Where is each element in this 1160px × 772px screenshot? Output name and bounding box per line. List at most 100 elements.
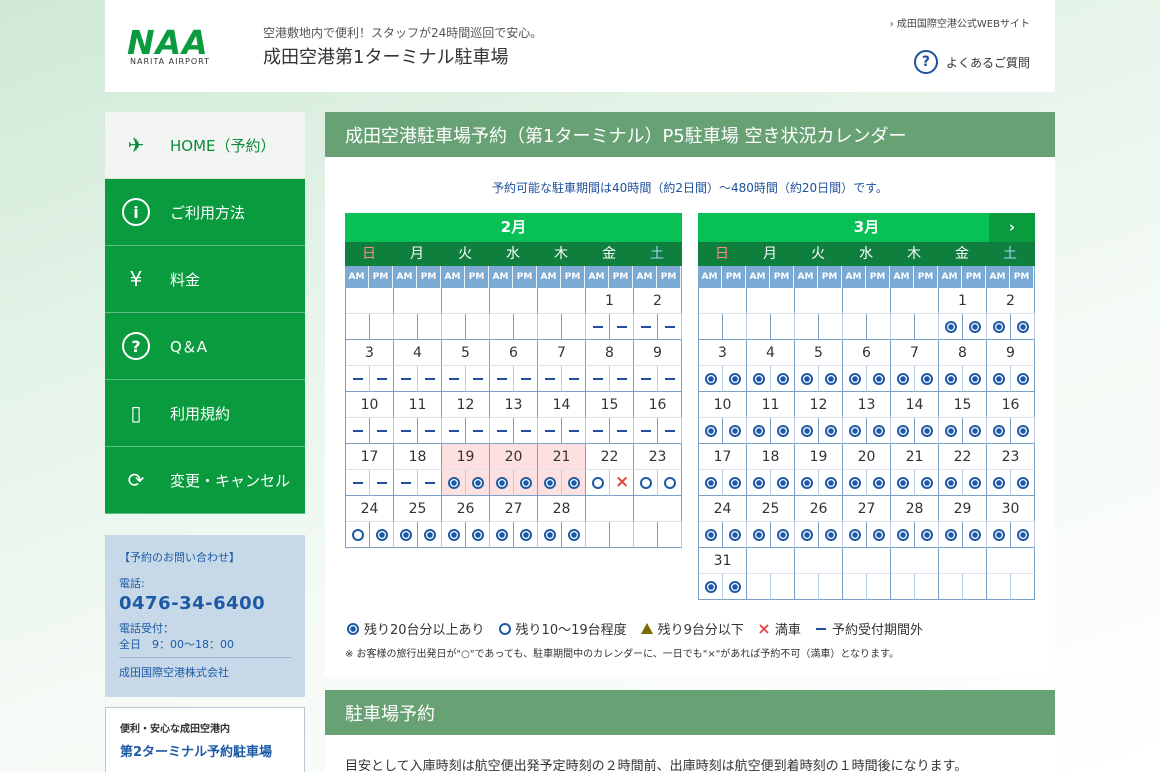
date-cell[interactable]: 7 (538, 340, 586, 366)
date-cell[interactable]: 16 (987, 392, 1035, 418)
date-cell[interactable]: 29 (939, 496, 987, 522)
double-circle-icon[interactable] (987, 470, 1011, 496)
date-cell[interactable]: 15 (586, 392, 634, 418)
double-circle-icon[interactable] (514, 522, 538, 548)
double-circle-icon[interactable] (987, 522, 1011, 548)
date-cell[interactable]: 13 (490, 392, 538, 418)
double-circle-icon[interactable] (867, 418, 891, 444)
double-circle-icon[interactable] (771, 366, 795, 392)
date-cell[interactable]: 14 (891, 392, 939, 418)
double-circle-icon[interactable] (538, 470, 562, 496)
double-circle-icon[interactable] (1011, 366, 1035, 392)
double-circle-icon[interactable] (819, 418, 843, 444)
double-circle-icon[interactable] (843, 366, 867, 392)
double-circle-icon[interactable] (442, 470, 466, 496)
date-cell[interactable]: 11 (394, 392, 442, 418)
double-circle-icon[interactable] (699, 418, 723, 444)
double-circle-icon[interactable] (963, 470, 987, 496)
double-circle-icon[interactable] (723, 470, 747, 496)
date-cell[interactable]: 17 (699, 444, 747, 470)
circle-icon[interactable] (346, 522, 370, 548)
double-circle-icon[interactable] (747, 366, 771, 392)
date-cell[interactable]: 28 (538, 496, 586, 522)
date-cell[interactable]: 7 (891, 340, 939, 366)
official-site-link[interactable]: › 成田国際空港公式WEBサイト (890, 15, 1030, 30)
double-circle-icon[interactable] (939, 366, 963, 392)
circle-icon[interactable] (586, 470, 610, 496)
date-cell[interactable]: 1 (939, 288, 987, 314)
double-circle-icon[interactable] (538, 522, 562, 548)
double-circle-icon[interactable] (490, 522, 514, 548)
date-cell[interactable]: 11 (747, 392, 795, 418)
date-cell[interactable]: 2 (634, 288, 682, 314)
double-circle-icon[interactable] (843, 418, 867, 444)
date-cell[interactable]: 6 (490, 340, 538, 366)
double-circle-icon[interactable] (987, 314, 1011, 340)
double-circle-icon[interactable] (867, 366, 891, 392)
date-cell[interactable]: 16 (634, 392, 682, 418)
double-circle-icon[interactable] (771, 522, 795, 548)
double-circle-icon[interactable] (963, 366, 987, 392)
double-circle-icon[interactable] (939, 314, 963, 340)
double-circle-icon[interactable] (562, 522, 586, 548)
double-circle-icon[interactable] (987, 366, 1011, 392)
double-circle-icon[interactable] (915, 522, 939, 548)
date-cell[interactable]: 8 (939, 340, 987, 366)
double-circle-icon[interactable] (699, 574, 723, 600)
date-cell[interactable]: 24 (346, 496, 394, 522)
double-circle-icon[interactable] (915, 418, 939, 444)
date-cell[interactable]: 6 (843, 340, 891, 366)
circle-icon[interactable] (658, 470, 682, 496)
double-circle-icon[interactable] (699, 522, 723, 548)
double-circle-icon[interactable] (466, 522, 490, 548)
double-circle-icon[interactable] (987, 418, 1011, 444)
date-cell[interactable]: 26 (795, 496, 843, 522)
date-cell[interactable]: 23 (634, 444, 682, 470)
double-circle-icon[interactable] (699, 470, 723, 496)
date-cell[interactable]: 4 (747, 340, 795, 366)
date-cell[interactable]: 12 (442, 392, 490, 418)
date-cell[interactable]: 31 (699, 548, 747, 574)
date-cell[interactable]: 15 (939, 392, 987, 418)
double-circle-icon[interactable] (843, 470, 867, 496)
double-circle-icon[interactable] (843, 522, 867, 548)
double-circle-icon[interactable] (939, 470, 963, 496)
date-cell[interactable]: 10 (346, 392, 394, 418)
double-circle-icon[interactable] (490, 470, 514, 496)
double-circle-icon[interactable] (795, 366, 819, 392)
date-cell[interactable]: 27 (843, 496, 891, 522)
double-circle-icon[interactable] (699, 366, 723, 392)
date-cell[interactable]: 1 (586, 288, 634, 314)
double-circle-icon[interactable] (819, 366, 843, 392)
double-circle-icon[interactable] (867, 470, 891, 496)
date-cell[interactable]: 14 (538, 392, 586, 418)
double-circle-icon[interactable] (1011, 470, 1035, 496)
date-cell[interactable]: 22 (939, 444, 987, 470)
date-cell[interactable]: 3 (699, 340, 747, 366)
date-cell[interactable]: 5 (795, 340, 843, 366)
double-circle-icon[interactable] (466, 470, 490, 496)
date-cell[interactable]: 30 (987, 496, 1035, 522)
double-circle-icon[interactable] (891, 522, 915, 548)
double-circle-icon[interactable] (939, 522, 963, 548)
double-circle-icon[interactable] (747, 522, 771, 548)
terminal2-banner[interactable]: 便利・安心な成田空港内 第2ターミナル予約駐車場 (105, 707, 305, 772)
cross-icon[interactable] (610, 470, 634, 496)
double-circle-icon[interactable] (394, 522, 418, 548)
double-circle-icon[interactable] (963, 314, 987, 340)
double-circle-icon[interactable] (771, 418, 795, 444)
double-circle-icon[interactable] (562, 470, 586, 496)
double-circle-icon[interactable] (771, 470, 795, 496)
double-circle-icon[interactable] (723, 522, 747, 548)
double-circle-icon[interactable] (819, 470, 843, 496)
date-cell[interactable]: 9 (987, 340, 1035, 366)
date-cell[interactable]: 12 (795, 392, 843, 418)
double-circle-icon[interactable] (723, 574, 747, 600)
date-cell[interactable]: 26 (442, 496, 490, 522)
circle-icon[interactable] (634, 470, 658, 496)
double-circle-icon[interactable] (891, 418, 915, 444)
naa-logo[interactable]: NAA NARITA AIRPORT (127, 26, 239, 68)
double-circle-icon[interactable] (1011, 522, 1035, 548)
double-circle-icon[interactable] (867, 522, 891, 548)
double-circle-icon[interactable] (418, 522, 442, 548)
